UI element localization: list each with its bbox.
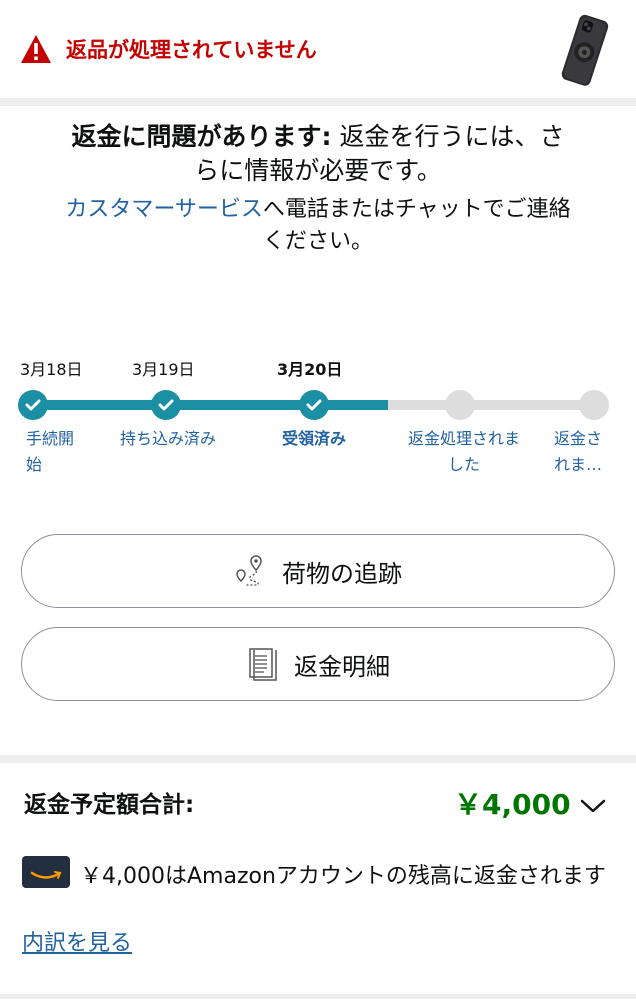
step-complete-icon bbox=[151, 390, 181, 420]
view-breakdown-link[interactable]: 内訳を見る bbox=[22, 928, 132, 960]
section-divider bbox=[0, 994, 636, 999]
refund-problem-message: 返金に問題があります: 返金を行うには、さらに情報が必要です。 bbox=[60, 120, 576, 188]
step-label-line: 返金さ bbox=[554, 429, 603, 448]
step-label-line: 返金処理されま bbox=[407, 429, 520, 448]
step-label-line: 始 bbox=[26, 455, 43, 474]
return-alert-banner: 返品が処理されていません bbox=[0, 0, 636, 98]
step-label: 手続開 始 bbox=[26, 426, 86, 478]
step-complete-icon bbox=[18, 390, 48, 420]
step-label: 持ち込み済み bbox=[108, 426, 228, 452]
map-route-icon bbox=[236, 555, 262, 586]
step-label: 受領済み bbox=[264, 426, 364, 452]
step-label-line: した bbox=[447, 455, 480, 474]
refund-total-amount[interactable]: ￥4,000 bbox=[454, 786, 571, 824]
refund-details-button[interactable]: 返金明細 bbox=[21, 627, 615, 701]
step-label-line: 受領済み bbox=[281, 429, 346, 448]
step-label-line: 持ち込み済み bbox=[119, 429, 216, 448]
track-package-label: 荷物の追跡 bbox=[282, 559, 402, 588]
step-label: 返金さ れま… bbox=[554, 426, 614, 478]
step-date: 3月19日 bbox=[132, 360, 195, 379]
step-date: 3月20日 bbox=[277, 360, 343, 379]
contact-text: へ電話またはチャットでご連絡ください。 bbox=[262, 197, 571, 254]
step-pending-dot bbox=[445, 390, 475, 420]
problem-title: 返金に問題があります: bbox=[71, 122, 332, 151]
contact-instructions: カスタマーサービスへ電話またはチャットでご連絡ください。 bbox=[60, 194, 576, 258]
progress-track-complete bbox=[30, 400, 388, 410]
refund-method-text: ￥4,000はAmazonアカウントの残高に返金されます bbox=[80, 864, 606, 889]
track-package-button[interactable]: 荷物の追跡 bbox=[21, 534, 615, 608]
customer-service-link[interactable]: カスタマーサービス bbox=[65, 197, 263, 222]
step-date: 3月18日 bbox=[20, 360, 83, 379]
section-divider bbox=[0, 755, 636, 763]
step-label-line: れま… bbox=[554, 455, 603, 474]
refund-details-label: 返金明細 bbox=[294, 652, 390, 681]
product-thumbnail[interactable] bbox=[556, 12, 612, 88]
step-label-line: 手続開 bbox=[26, 429, 75, 448]
step-pending-dot bbox=[579, 390, 609, 420]
amazon-card-icon bbox=[22, 856, 70, 888]
chevron-down-icon[interactable] bbox=[578, 796, 608, 816]
step-label: 返金処理されま した bbox=[396, 426, 532, 478]
refund-total-label: 返金予定額合計: bbox=[24, 792, 195, 818]
refund-method-line: ￥4,000はAmazonアカウントの残高に返金されます bbox=[22, 856, 618, 893]
step-complete-icon bbox=[299, 390, 329, 420]
warning-icon bbox=[21, 35, 51, 63]
receipt-icon bbox=[249, 648, 277, 681]
alert-message: 返品が処理されていません bbox=[66, 38, 317, 62]
progress-track-remaining bbox=[388, 400, 594, 410]
section-divider bbox=[0, 98, 636, 106]
